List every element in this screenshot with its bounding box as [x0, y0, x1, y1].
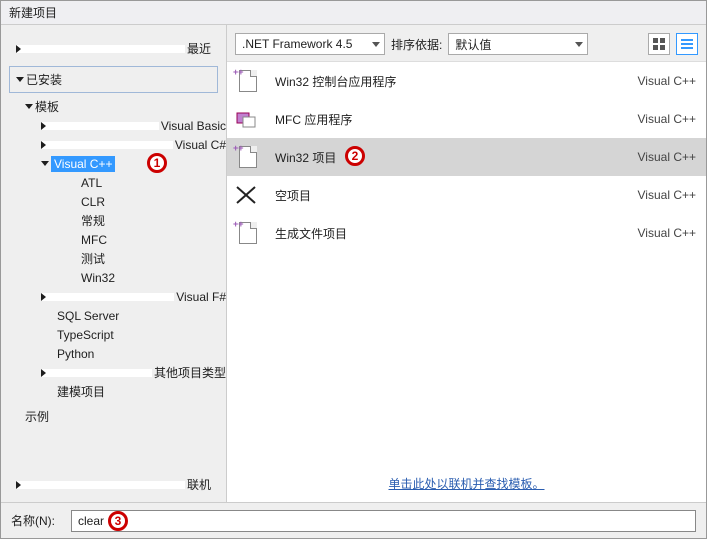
- item-lang: Visual C++: [638, 226, 696, 240]
- item-name: Win32 项目: [275, 149, 628, 166]
- chevron-down-icon: [25, 104, 33, 109]
- view-details-button[interactable]: [676, 33, 698, 55]
- chevron-right-icon: [16, 481, 185, 489]
- recent-section[interactable]: 最近: [9, 35, 218, 62]
- template-tree: 模板 Visual Basic Visual C# Visual C++ 1 A…: [9, 97, 226, 467]
- tree-templates[interactable]: 模板: [25, 97, 226, 116]
- online-section[interactable]: 联机: [9, 471, 218, 498]
- tree-label: 模板: [35, 98, 59, 115]
- framework-combo[interactable]: .NET Framework 4.5: [235, 33, 385, 55]
- item-name: 生成文件项目: [275, 225, 628, 242]
- makefile-project-icon: ++: [233, 219, 265, 247]
- template-list: ++ Win32 控制台应用程序 Visual C++ MFC 应用程序 Vis…: [227, 62, 706, 469]
- tree-label: 其他项目类型: [154, 364, 226, 381]
- view-medium-icons-button[interactable]: [648, 33, 670, 55]
- mfc-app-icon: [233, 105, 265, 133]
- list-icon: [681, 38, 693, 50]
- tree-python[interactable]: Python: [57, 344, 226, 363]
- tree-sql-server[interactable]: SQL Server: [57, 306, 226, 325]
- tree-general[interactable]: 常规: [81, 211, 226, 230]
- tree-win32[interactable]: Win32: [81, 268, 226, 287]
- name-label: 名称(N):: [11, 512, 55, 529]
- tree-other-project-types[interactable]: 其他项目类型: [41, 363, 226, 382]
- chevron-down-icon: [16, 77, 24, 82]
- tree-label: 常规: [81, 212, 105, 229]
- toolbar: .NET Framework 4.5 排序依据: 默认值: [227, 25, 706, 62]
- list-item[interactable]: ++ Win32 控制台应用程序 Visual C++: [227, 62, 706, 100]
- tree-samples[interactable]: 示例: [25, 407, 226, 426]
- chevron-right-icon: [41, 141, 173, 149]
- chevron-down-icon: [41, 161, 49, 166]
- sort-label: 排序依据:: [391, 36, 442, 53]
- recent-label: 最近: [187, 40, 211, 57]
- tree-typescript[interactable]: TypeScript: [57, 325, 226, 344]
- name-value: clear: [78, 514, 104, 528]
- sort-combo[interactable]: 默认值: [448, 33, 588, 55]
- tree-atl[interactable]: ATL: [81, 173, 226, 192]
- tree-label: Visual C++: [51, 156, 115, 172]
- installed-section[interactable]: 已安装: [9, 66, 218, 93]
- left-panel: 最近 已安装 模板 Visual Basic Visual C#: [1, 25, 226, 502]
- item-name: MFC 应用程序: [275, 111, 628, 128]
- list-item[interactable]: 空项目 Visual C++: [227, 176, 706, 214]
- right-panel: .NET Framework 4.5 排序依据: 默认值 ++: [226, 25, 706, 502]
- empty-project-icon: [233, 181, 265, 209]
- footer: 名称(N): clear 3: [1, 502, 706, 538]
- online-label: 联机: [187, 476, 211, 493]
- annotation-1: 1: [147, 153, 167, 173]
- dialog-title: 新建项目: [1, 1, 706, 25]
- tree-visual-cpp[interactable]: Visual C++ 1: [41, 154, 226, 173]
- tree-label: Visual F#: [176, 290, 226, 304]
- chevron-right-icon: [41, 293, 174, 301]
- chevron-right-icon: [41, 122, 159, 130]
- win32-project-icon: ++: [233, 143, 265, 171]
- name-input[interactable]: clear 3: [71, 510, 696, 532]
- tree-visual-csharp[interactable]: Visual C#: [41, 135, 226, 154]
- new-project-dialog: 新建项目 最近 已安装 模板 Visual Basic: [0, 0, 707, 539]
- tree-label: 示例: [25, 408, 49, 425]
- dialog-body: 最近 已安装 模板 Visual Basic Visual C#: [1, 25, 706, 502]
- chevron-down-icon: [372, 42, 380, 47]
- item-lang: Visual C++: [638, 74, 696, 88]
- item-lang: Visual C++: [638, 188, 696, 202]
- tree-mfc[interactable]: MFC: [81, 230, 226, 249]
- chevron-down-icon: [575, 42, 583, 47]
- item-lang: Visual C++: [638, 150, 696, 164]
- tree-label: SQL Server: [57, 309, 119, 323]
- tree-label: CLR: [81, 195, 105, 209]
- tree-label: 建模项目: [57, 383, 105, 400]
- tree-label: 测试: [81, 250, 105, 267]
- grid-icon: [653, 38, 665, 50]
- list-item[interactable]: MFC 应用程序 Visual C++: [227, 100, 706, 138]
- online-link-bar: 单击此处以联机并查找模板。: [227, 469, 706, 502]
- tree-label: Python: [57, 347, 94, 361]
- tree-label: TypeScript: [57, 328, 114, 342]
- installed-label: 已安装: [26, 71, 62, 88]
- tree-label: Visual Basic: [161, 119, 226, 133]
- framework-value: .NET Framework 4.5: [242, 37, 352, 51]
- chevron-right-icon: [16, 45, 185, 53]
- list-item[interactable]: ++ Win32 项目 2 Visual C++: [227, 138, 706, 176]
- item-name: Win32 控制台应用程序: [275, 73, 628, 90]
- online-search-link[interactable]: 单击此处以联机并查找模板。: [388, 477, 544, 491]
- sort-value: 默认值: [455, 36, 491, 53]
- tree-test[interactable]: 测试: [81, 249, 226, 268]
- list-item[interactable]: ++ 生成文件项目 Visual C++: [227, 214, 706, 252]
- tree-label: MFC: [81, 233, 107, 247]
- tree-visual-basic[interactable]: Visual Basic: [41, 116, 226, 135]
- item-name: 空项目: [275, 187, 628, 204]
- chevron-right-icon: [41, 369, 152, 377]
- tree-clr[interactable]: CLR: [81, 192, 226, 211]
- tree-label: Visual C#: [175, 138, 226, 152]
- tree-modeling[interactable]: 建模项目: [57, 382, 226, 401]
- tree-label: ATL: [81, 176, 102, 190]
- tree-label: Win32: [81, 271, 115, 285]
- annotation-3: 3: [108, 511, 128, 531]
- item-lang: Visual C++: [638, 112, 696, 126]
- tree-visual-fsharp[interactable]: Visual F#: [41, 287, 226, 306]
- annotation-2: 2: [345, 146, 365, 166]
- console-app-icon: ++: [233, 67, 265, 95]
